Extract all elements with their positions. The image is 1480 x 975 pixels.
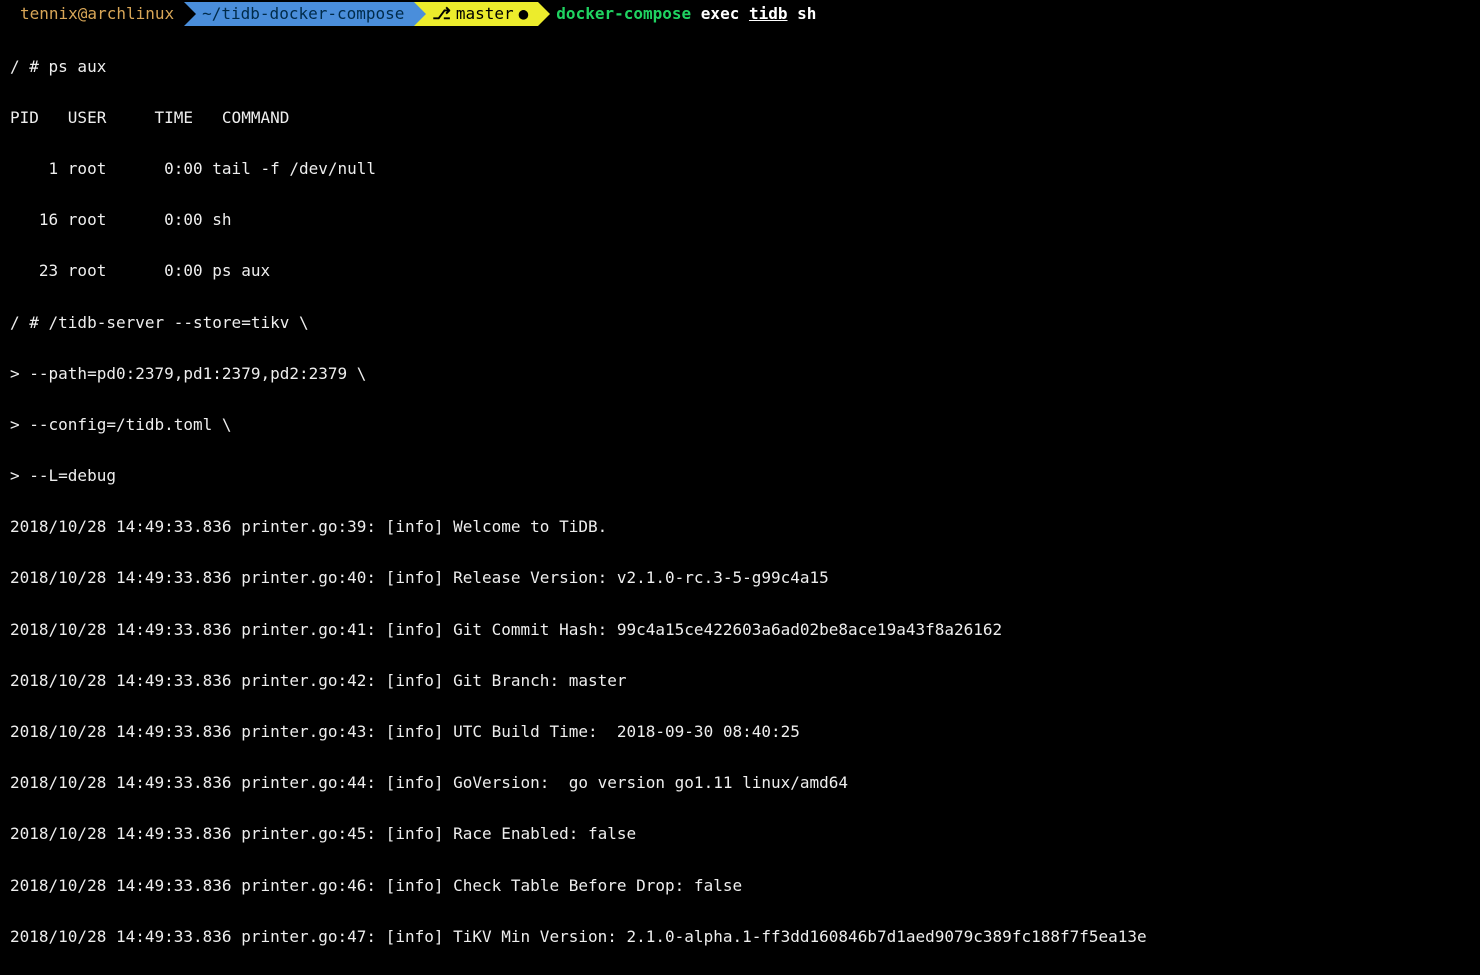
output-line: 2018/10/28 14:49:33.836 printer.go:45: [… <box>10 821 1470 847</box>
command-arg-target: tidb <box>749 4 788 23</box>
git-branch-icon: ⎇ <box>432 2 450 26</box>
output-line: 2018/10/28 14:49:33.836 printer.go:44: [… <box>10 770 1470 796</box>
output-line: / # ps aux <box>10 54 1470 80</box>
prompt-path: ~/tidb-docker-compose <box>202 2 404 26</box>
output-line: > --config=/tidb.toml \ <box>10 412 1470 438</box>
output-line: 2018/10/28 14:49:33.836 printer.go:39: [… <box>10 514 1470 540</box>
output-line: 16 root 0:00 sh <box>10 207 1470 233</box>
prompt-branch: master <box>456 2 514 26</box>
command-arg-exec: exec <box>701 4 740 23</box>
prompt-path-segment: ~/tidb-docker-compose <box>184 2 414 26</box>
output-line: / # /tidb-server --store=tikv \ <box>10 310 1470 336</box>
command-main: docker-compose <box>556 4 691 23</box>
output-line: 2018/10/28 14:49:33.836 printer.go:40: [… <box>10 565 1470 591</box>
output-line: 2018/10/28 14:49:33.836 printer.go:47: [… <box>10 924 1470 950</box>
terminal-output[interactable]: / # ps aux PID USER TIME COMMAND 1 root … <box>0 28 1480 975</box>
command-arg-sh: sh <box>797 4 816 23</box>
output-line: 2018/10/28 14:49:33.836 printer.go:46: [… <box>10 873 1470 899</box>
output-line: 2018/10/28 14:49:33.836 printer.go:43: [… <box>10 719 1470 745</box>
typed-command[interactable]: docker-compose exec tidb sh <box>538 1 816 27</box>
output-line: > --L=debug <box>10 463 1470 489</box>
output-line: > --path=pd0:2379,pd1:2379,pd2:2379 \ <box>10 361 1470 387</box>
output-line: 2018/10/28 14:49:33.836 printer.go:41: [… <box>10 617 1470 643</box>
prompt-userhost: tennix@archlinux <box>20 2 174 26</box>
output-line: 1 root 0:00 tail -f /dev/null <box>10 156 1470 182</box>
prompt-branch-segment: ⎇ master ● <box>414 2 538 26</box>
output-line: PID USER TIME COMMAND <box>10 105 1470 131</box>
output-line: 23 root 0:00 ps aux <box>10 258 1470 284</box>
git-dirty-marker: ● <box>519 2 529 26</box>
output-line: 2018/10/28 14:49:33.836 printer.go:42: [… <box>10 668 1470 694</box>
shell-prompt-line[interactable]: tennix@archlinux ~/tidb-docker-compose ⎇… <box>0 0 1480 28</box>
prompt-userhost-segment: tennix@archlinux <box>10 2 184 26</box>
